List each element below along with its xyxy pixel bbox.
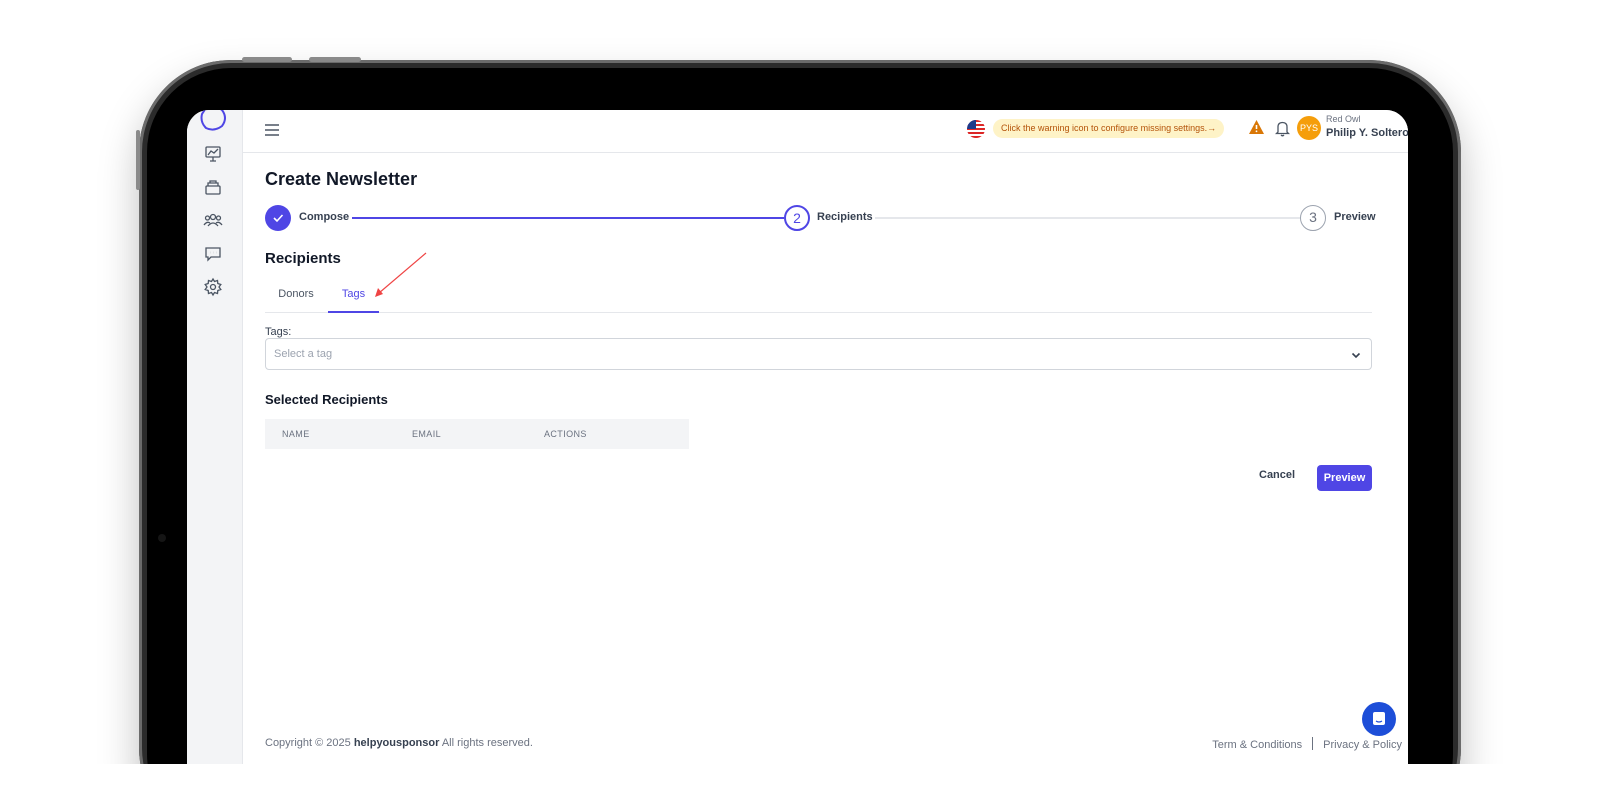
step-compose-indicator[interactable] xyxy=(265,205,291,231)
app-screen: Click the warning icon to configure miss… xyxy=(187,110,1408,764)
page-title: Create Newsletter xyxy=(265,169,418,189)
privacy-link[interactable]: Privacy & Policy xyxy=(1323,739,1402,751)
step-connector-completed xyxy=(352,217,784,219)
footer-copyright: Copyright © 2025 helpyousponsor All righ… xyxy=(265,737,533,749)
terms-link[interactable]: Term & Conditions xyxy=(1212,739,1302,751)
settings-icon[interactable] xyxy=(203,277,223,297)
step-connector-upcoming xyxy=(875,217,1300,219)
chevron-down-icon xyxy=(1351,352,1361,359)
column-header-actions: ACTIONS xyxy=(544,429,587,439)
message-icon[interactable] xyxy=(203,244,223,264)
chat-icon xyxy=(1373,712,1385,725)
tag-select-placeholder: Select a tag xyxy=(274,348,333,360)
device-side-button xyxy=(136,130,140,190)
check-icon xyxy=(273,214,284,223)
copyright-text: Copyright © 2025 xyxy=(265,737,351,749)
recipient-tabs: Donors Tags xyxy=(265,280,1372,313)
camera-icon xyxy=(158,534,166,542)
page-background-strip xyxy=(0,764,1600,800)
tab-donors[interactable]: Donors xyxy=(265,280,327,313)
users-icon[interactable] xyxy=(203,210,223,230)
step-recipients-indicator[interactable]: 2 xyxy=(784,205,810,231)
recipients-heading: Recipients xyxy=(265,250,341,267)
tags-label: Tags: xyxy=(265,326,292,338)
device-volume-button xyxy=(309,57,361,62)
column-header-email: EMAIL xyxy=(412,429,442,439)
column-header-name: NAME xyxy=(282,429,310,439)
main-content: Create Newsletter Compose 2 Recipients 3… xyxy=(265,110,1408,764)
step-compose-label: Compose xyxy=(299,211,350,223)
tag-select[interactable]: Select a tag xyxy=(265,338,1372,370)
rights-text: All rights reserved. xyxy=(441,737,533,749)
cancel-button[interactable]: Cancel xyxy=(1259,469,1295,481)
sidebar xyxy=(187,110,243,764)
selected-recipients-heading: Selected Recipients xyxy=(265,392,388,407)
archive-icon[interactable] xyxy=(203,177,223,197)
step-preview-indicator[interactable]: 3 xyxy=(1300,205,1326,231)
device-volume-button xyxy=(242,57,292,62)
footer-divider xyxy=(1312,737,1314,750)
step-recipients-label: Recipients xyxy=(817,211,873,223)
footer-links: Term & Conditions Privacy & Policy xyxy=(1212,737,1402,751)
dashboard-chart-icon[interactable] xyxy=(203,144,223,164)
logo-icon[interactable] xyxy=(198,110,228,134)
recipients-table-header: NAME EMAIL ACTIONS xyxy=(265,419,689,449)
step-preview-label: Preview xyxy=(1334,211,1376,223)
brand-name[interactable]: helpyousponsor xyxy=(354,737,440,749)
chat-launcher-button[interactable] xyxy=(1362,702,1396,736)
annotation-arrow-icon xyxy=(375,252,427,297)
preview-button[interactable]: Preview xyxy=(1317,465,1372,491)
